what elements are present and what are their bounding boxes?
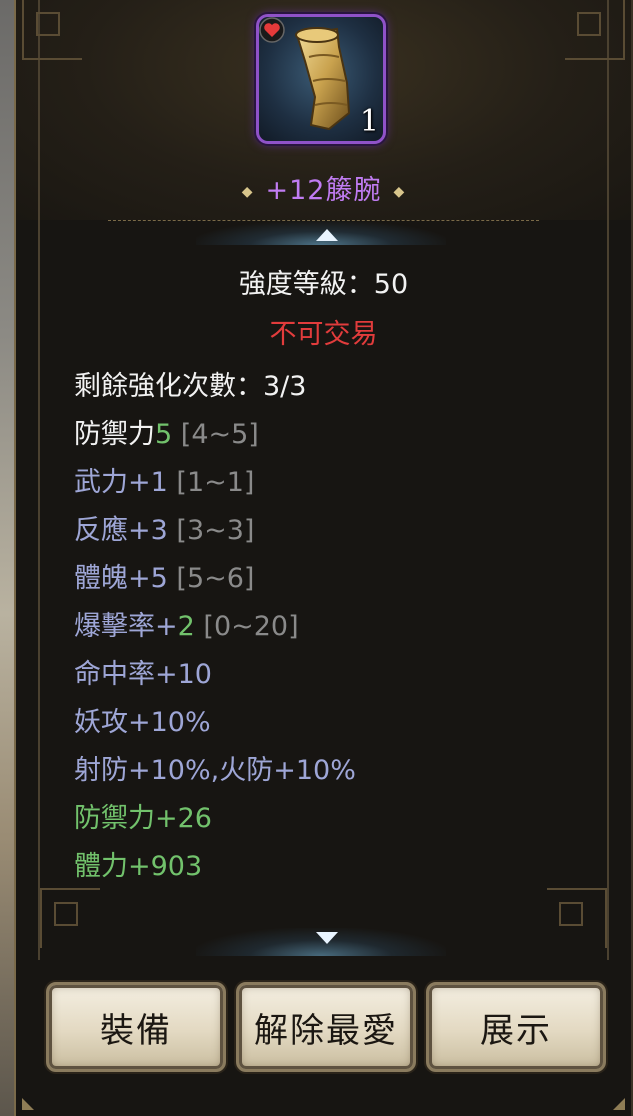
heart-icon — [259, 17, 285, 43]
corner-ornament — [565, 0, 625, 60]
diamond-icon: ◆ — [241, 183, 254, 200]
corner-ornament — [40, 888, 100, 948]
stat-reaction: 反應+3 [3~3] — [74, 508, 254, 547]
stat-hit: 命中率+10 — [74, 659, 212, 690]
scroll-up-icon[interactable] — [316, 229, 338, 241]
enhance-level: 強度等級：50 — [238, 269, 409, 300]
stat-label: 武力+1 — [74, 467, 168, 498]
corner-ornament — [613, 1098, 625, 1110]
stat-range: [0~20] — [203, 611, 299, 642]
stat-label: 反應+3 — [74, 515, 168, 546]
stat-label: 爆擊率+ — [74, 611, 178, 642]
stat-range: [5~6] — [176, 563, 255, 594]
diamond-icon: ◆ — [393, 183, 406, 200]
stat-force: 武力+1 [1~1] — [74, 460, 254, 499]
remaining-enhance: 剩餘強化次數：3/3 — [74, 371, 307, 402]
stat-value: 2 — [177, 611, 195, 642]
item-name-text: +12籐腕 — [265, 175, 382, 206]
stat-value: 5 — [155, 419, 173, 450]
item-name: ◆ +12籐腕 ◆ — [16, 168, 631, 207]
stat-physique: 體魄+5 [5~6] — [74, 556, 254, 595]
corner-ornament — [22, 1098, 34, 1110]
corner-ornament — [547, 888, 607, 948]
action-buttons: 裝備 解除最愛 展示 — [46, 982, 616, 1074]
scroll-down-icon[interactable] — [316, 932, 338, 944]
stat-range: [4~5] — [180, 419, 259, 450]
stat-bonus-defense: 防禦力+26 — [74, 803, 212, 834]
item-slot[interactable]: 1 — [256, 14, 386, 144]
equip-button[interactable]: 裝備 — [46, 982, 226, 1072]
stat-label: 體魄+5 — [74, 563, 168, 594]
stat-range: [3~3] — [176, 515, 255, 546]
stat-defense: 防禦力5 [4~5] — [74, 412, 259, 451]
stat-resist: 射防+10%,火防+10% — [74, 755, 356, 786]
item-tooltip-panel: 1 ◆ +12籐腕 ◆ 強度等級：50 不可交易 剩餘強化次數：3/3 防禦力5 [… — [14, 0, 633, 1116]
item-quantity: 1 — [359, 104, 379, 139]
stat-bonus-hp: 體力+903 — [74, 851, 203, 882]
stat-label: 防禦力 — [74, 419, 155, 450]
stat-crit: 爆擊率+2 [0~20] — [74, 604, 299, 643]
unfavorite-button[interactable]: 解除最愛 — [236, 982, 416, 1072]
corner-ornament — [22, 0, 82, 60]
stat-range: [1~1] — [176, 467, 255, 498]
stat-demon-attack: 妖攻+10% — [74, 707, 211, 738]
show-button[interactable]: 展示 — [426, 982, 606, 1072]
trade-status: 不可交易 — [269, 319, 378, 350]
